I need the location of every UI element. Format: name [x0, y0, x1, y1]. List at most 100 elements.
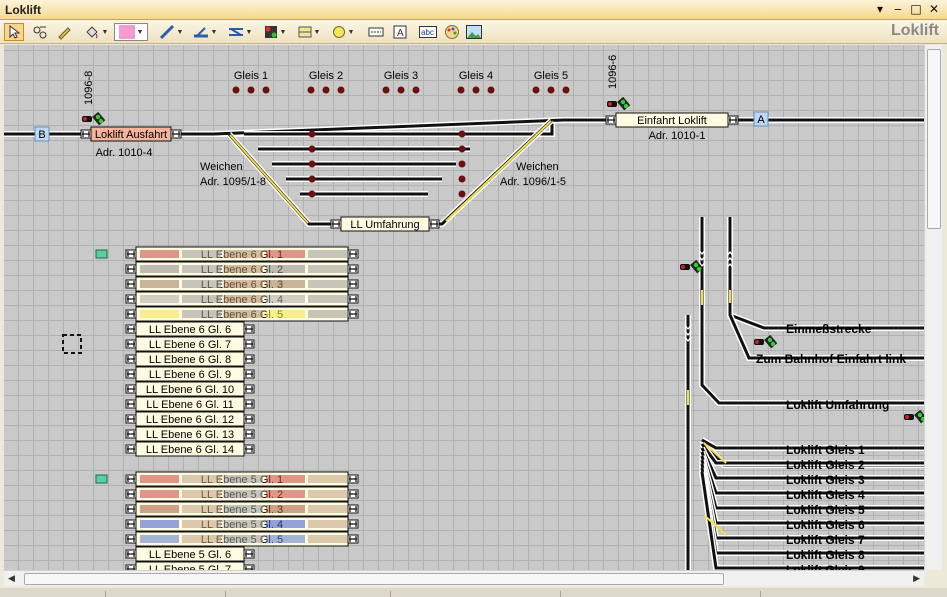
gleis-5-led-3	[562, 86, 570, 94]
ebene6-track-block-14-label: LL Ebene 6 Gl. 14	[146, 444, 234, 456]
ebene-6-indicator[interactable]	[95, 249, 108, 259]
track-tool-button[interactable]: ▼	[190, 23, 220, 41]
image-icon	[466, 25, 482, 39]
signal-1096-8-red	[83, 117, 87, 121]
scroll-left-icon[interactable]: ◀	[8, 573, 15, 584]
gleis-2-led-2	[322, 86, 330, 94]
scroll-right-icon[interactable]: ▶	[913, 573, 920, 584]
loklift-gleis-label-4[interactable]: Loklift Gleis 4	[786, 488, 865, 502]
signal-1096-8-green	[95, 114, 101, 120]
track-diagram-canvas[interactable]: Gleis 1 Gleis 2 Gleis 3 Gleis 4 Gleis 5 1096-…	[4, 45, 924, 570]
ebene6-train-4-wagon	[182, 295, 221, 303]
gleis-3-led-2	[397, 86, 405, 94]
ebene6-track-block-6-label: LL Ebene 6 Gl. 6	[149, 324, 231, 336]
circle-tool-button[interactable]: ▼	[328, 23, 358, 41]
window-title: Loklift	[5, 3, 41, 17]
gleis-4-led-1	[457, 86, 465, 94]
toolbar: ▼ ▼ ▼ ▼ ▼ ▼ ▼ ▼ A abc Loklift	[0, 20, 947, 44]
switch-left-4[interactable]	[308, 175, 316, 183]
horizontal-scrollbar[interactable]: ◀ ▶	[4, 570, 924, 586]
ebene6-track-block-7-label: LL Ebene 6 Gl. 7	[149, 339, 231, 351]
image-tool-button[interactable]	[464, 23, 484, 41]
switch-tool-button[interactable]: ▼	[225, 23, 255, 41]
horizontal-scroll-thumb[interactable]	[24, 573, 724, 585]
marker-b-label: B	[38, 129, 45, 141]
signal-1096-6-label: 1096-6	[607, 55, 619, 89]
ebene5-train-5-wagon	[182, 535, 221, 543]
palette-tool-button[interactable]	[442, 23, 462, 41]
switch-left-3[interactable]	[308, 160, 316, 168]
dropdown-icon[interactable]: ▾	[873, 2, 887, 16]
ebene6-train-2-wagon	[224, 265, 263, 273]
ebene5-train-2-wagon	[182, 490, 221, 498]
switch-left-2[interactable]	[308, 145, 316, 153]
color-picker-button[interactable]: ▼	[114, 23, 148, 41]
circle-icon	[332, 26, 345, 38]
text-box-icon: A	[393, 25, 407, 39]
pointer-tool-button[interactable]	[4, 23, 24, 41]
ebene6-track-block-10-label: LL Ebene 6 Gl. 10	[146, 384, 234, 396]
selection-marquee[interactable]	[62, 334, 82, 354]
ebene6-train-3-wagon	[308, 280, 347, 288]
title-bar: Loklift ▾ ‒ □ ✕	[0, 0, 947, 20]
track-diagram[interactable]: Gleis 1 Gleis 2 Gleis 3 Gleis 4 Gleis 5 1096-…	[4, 45, 924, 570]
gleis-label-1: Gleis 1	[234, 70, 268, 82]
einfahrt-loklift-block-label: Einfahrt Loklift	[637, 115, 707, 127]
pencil-tool-button[interactable]	[54, 23, 74, 41]
switch-right-4[interactable]	[458, 175, 466, 183]
signal-right-3-green	[917, 412, 923, 418]
loklift-gleis-label-5[interactable]: Loklift Gleis 5	[786, 503, 865, 517]
loklift-gleis-label-8[interactable]: Loklift Gleis 8	[786, 548, 865, 562]
palette-icon	[445, 25, 459, 39]
loklift-gleis-label-6[interactable]: Loklift Gleis 6	[786, 518, 865, 532]
switch-right-1[interactable]	[458, 130, 466, 138]
switch-right-5[interactable]	[458, 190, 466, 198]
route-tool-button[interactable]	[30, 23, 50, 41]
switch-left-1[interactable]	[308, 130, 316, 138]
block-tool-button[interactable]: ▼	[294, 23, 324, 41]
text-box-tool-button[interactable]: A	[390, 23, 410, 41]
label-tool-button[interactable]	[366, 23, 386, 41]
ebene5-train-5	[140, 535, 347, 543]
gleis-5-led-1	[532, 86, 540, 94]
window-controls: ▾ ‒ □ ✕	[873, 2, 941, 16]
ebene6-train-3-wagon	[182, 280, 221, 288]
signal-tool-button[interactable]: ▼	[260, 23, 290, 41]
loklift-gleis-label-2[interactable]: Loklift Gleis 2	[786, 458, 865, 472]
loklift-umfahrung-label[interactable]: Loklift Umfahrung	[786, 398, 889, 412]
ebene5-train-4-wagon	[140, 520, 179, 528]
ebene6-train-1-wagon	[140, 250, 179, 258]
signal-right-1-green	[693, 262, 699, 268]
label-icon	[368, 27, 384, 37]
minimize-icon[interactable]: ‒	[891, 2, 905, 16]
ebene5-train-5-wagon	[266, 535, 305, 543]
loklift-gleis-label-1[interactable]: Loklift Gleis 1	[786, 443, 865, 457]
bahnhof-label[interactable]: Zum Bahnhof Einfahrt link	[756, 352, 906, 366]
switch-right-3[interactable]	[458, 160, 466, 168]
vertical-scrollbar[interactable]	[924, 45, 942, 570]
ebene6-track-block-12-label: LL Ebene 6 Gl. 12	[146, 414, 234, 426]
ebene5-train-2-wagon	[140, 490, 179, 498]
signal-1096-8-label: 1096-8	[83, 71, 95, 105]
ebene-5-indicator[interactable]	[95, 474, 108, 484]
ebene6-train-1	[140, 250, 347, 258]
switch-left-5[interactable]	[308, 190, 316, 198]
ebene5-train-5-wagon	[308, 535, 347, 543]
close-icon[interactable]: ✕	[927, 2, 941, 16]
maximize-icon[interactable]: □	[909, 2, 923, 16]
ebene5-train-5-wagon	[224, 535, 263, 543]
loklift-gleis-label-7[interactable]: Loklift Gleis 7	[786, 533, 865, 547]
ebene6-train-2-wagon	[266, 265, 305, 273]
vertical-scroll-thumb[interactable]	[927, 49, 941, 229]
loklift-gleis-label-3[interactable]: Loklift Gleis 3	[786, 473, 865, 487]
ebene6-train-4	[140, 295, 347, 303]
ebene5-train-4-wagon	[182, 520, 221, 528]
switch-right-2[interactable]	[458, 145, 466, 153]
abc-tool-button[interactable]: abc	[418, 23, 438, 41]
loklift-gleis-label-9[interactable]: Loklift Gleis 9	[786, 563, 865, 570]
fill-tool-button[interactable]: ▼	[82, 23, 110, 41]
svg-text:A: A	[397, 28, 404, 39]
ebene6-track-block-11-label: LL Ebene 6 Gl. 11	[146, 399, 233, 411]
einmess-label[interactable]: Einmeßstrecke	[786, 322, 872, 336]
line-tool-button[interactable]: ▼	[156, 23, 186, 41]
